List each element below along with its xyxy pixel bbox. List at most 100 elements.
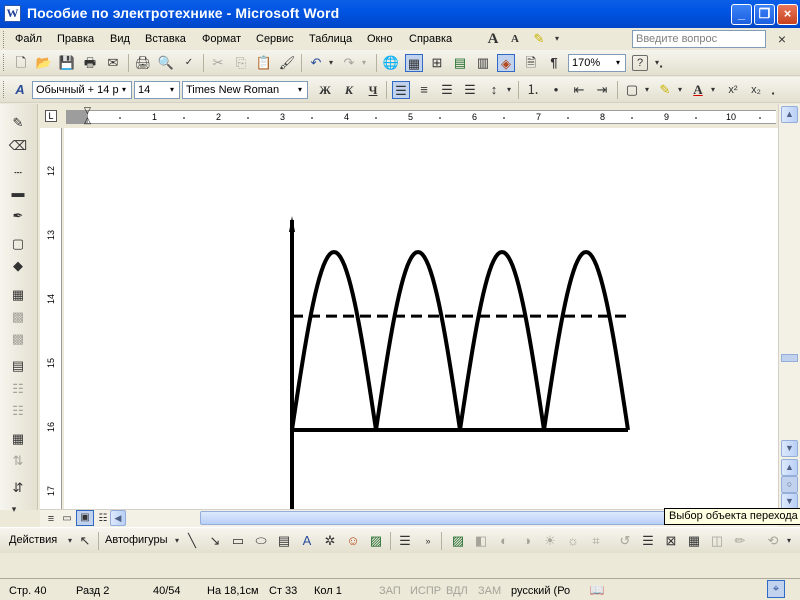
border-color-icon[interactable]: ✒ <box>8 207 28 225</box>
paste-icon[interactable]: 📋 <box>255 54 273 72</box>
bullets-icon[interactable]: • <box>547 81 565 99</box>
columns-icon[interactable]: ▥ <box>474 54 492 72</box>
font-name-select[interactable]: Times New Roman ▾ <box>182 81 308 99</box>
drawing-icon[interactable]: ◈ <box>497 54 515 72</box>
less-contrast-icon[interactable]: ◑ <box>518 532 536 550</box>
minimize-button[interactable]: _ <box>731 4 752 25</box>
new-document-icon[interactable]: 🗋 <box>12 54 30 72</box>
more-brightness-icon[interactable]: ☀ <box>541 532 559 550</box>
spelling-icon[interactable]: ✓ <box>180 54 198 72</box>
document-map-icon[interactable]: 🗎 <box>522 54 540 72</box>
less-brightness-icon[interactable]: ☼ <box>564 532 582 550</box>
arrow-icon[interactable]: ↘ <box>206 532 224 550</box>
set-transparent-color-icon[interactable]: ✏ <box>731 532 749 550</box>
document-page[interactable] <box>64 128 778 510</box>
borders-dropdown-icon[interactable]: ▾ <box>638 81 656 99</box>
numbering-icon[interactable]: ⒈ <box>524 81 542 99</box>
hyperlink-icon[interactable]: 🌐 <box>382 54 400 72</box>
redo-dropdown-icon[interactable]: ▾ <box>355 54 373 72</box>
vertical-scrollbar[interactable]: ▲ ▼ ▲ ○ ▼ <box>778 104 800 514</box>
bold-button[interactable]: Ж <box>316 81 334 99</box>
scroll-up-button[interactable]: ▲ <box>781 106 798 123</box>
menu-help[interactable]: Справка <box>409 33 452 45</box>
line-style-picture-icon[interactable]: ☰ <box>639 532 657 550</box>
toolbar-options-icon[interactable]: » <box>419 532 437 550</box>
toolbar-options-icon[interactable]: ▪ <box>652 58 670 76</box>
more-contrast-icon[interactable]: ◐ <box>495 532 513 550</box>
zoom-select[interactable]: 170% ▾ <box>568 54 626 72</box>
decrease-indent-icon[interactable]: ⇤ <box>570 81 588 99</box>
text-box-icon[interactable]: ▤ <box>275 532 293 550</box>
help-question-input[interactable]: Введите вопрос <box>632 30 766 48</box>
print-preview-icon[interactable]: 🔍 <box>157 54 175 72</box>
wordart-icon[interactable]: A <box>298 532 316 550</box>
menu-window[interactable]: Окно <box>367 33 393 45</box>
shading-color-icon[interactable]: ◆ <box>8 257 28 275</box>
style-dropdown-icon[interactable]: ▾ <box>118 83 130 97</box>
open-folder-icon[interactable]: 📂 <box>35 54 53 72</box>
toolbar-options-icon[interactable]: ▾ <box>4 500 24 518</box>
merge-cells-icon[interactable]: ▩ <box>8 308 28 326</box>
align-center-icon[interactable]: ≡ <box>415 81 433 99</box>
menu-insert[interactable]: Вставка <box>145 33 186 45</box>
split-cells-icon[interactable]: ▩ <box>8 330 28 348</box>
superscript-icon[interactable]: x² <box>724 81 742 99</box>
copy-icon[interactable]: ⎘ <box>232 54 250 72</box>
close-button[interactable]: × <box>777 4 798 25</box>
line-spacing-dropdown-icon[interactable]: ▾ <box>500 81 518 99</box>
autoshapes-menu[interactable]: Автофигуры <box>105 534 168 546</box>
insert-table-icon[interactable]: ▦ <box>8 286 28 304</box>
print-layout-icon[interactable]: ▣ <box>76 510 94 526</box>
toolbar-grip[interactable] <box>3 81 6 98</box>
menu-table[interactable]: Таблица <box>309 33 352 45</box>
distribute-rows-icon[interactable]: ☷ <box>8 380 28 398</box>
outside-border-icon[interactable]: ▢ <box>8 235 28 253</box>
font-color-dropdown-icon[interactable]: ▾ <box>704 81 722 99</box>
insert-table-icon[interactable]: ⊞ <box>428 54 446 72</box>
justify-icon[interactable]: ☰ <box>461 81 479 99</box>
underline-button[interactable]: Ч <box>364 81 382 99</box>
close-document-icon[interactable]: × <box>773 30 791 48</box>
help-icon[interactable]: ? <box>632 55 648 71</box>
highlight-color-dropdown-icon[interactable]: ▾ <box>671 81 689 99</box>
save-icon[interactable]: 💾 <box>58 54 76 72</box>
select-objects-icon[interactable]: ↖ <box>76 532 94 550</box>
actions-menu[interactable]: Действия <box>9 534 57 546</box>
tables-borders-icon[interactable]: ▦ <box>405 54 423 72</box>
highlight-icon[interactable]: ✎ <box>530 30 548 48</box>
status-track-changes[interactable]: ИСПР <box>410 585 441 597</box>
status-record[interactable]: ЗАП <box>379 585 401 597</box>
menu-edit[interactable]: Правка <box>57 33 94 45</box>
menu-grip[interactable] <box>3 31 6 48</box>
text-wrapping-icon[interactable]: ▦ <box>685 532 703 550</box>
font-name-dropdown-icon[interactable]: ▾ <box>294 83 306 97</box>
rectangle-icon[interactable]: ▭ <box>229 532 247 550</box>
shrink-font-icon[interactable]: A <box>506 30 524 48</box>
menu-file[interactable]: Файл <box>15 33 42 45</box>
status-overtype[interactable]: ЗАМ <box>478 585 501 597</box>
select-browse-object-button[interactable]: ○ <box>781 476 798 493</box>
font-size-dropdown-icon[interactable]: ▾ <box>166 83 178 97</box>
text-direction-icon[interactable]: ⇅ <box>8 452 28 470</box>
tab-selector-icon[interactable]: L <box>45 110 57 122</box>
align-right-icon[interactable]: ☰ <box>438 81 456 99</box>
line-weight-icon[interactable]: ▬ <box>8 184 28 202</box>
format-picture-icon[interactable]: ◫ <box>708 532 726 550</box>
scroll-down-button[interactable]: ▼ <box>781 440 798 457</box>
scroll-thumb[interactable] <box>781 354 798 362</box>
word-app-icon[interactable]: W <box>4 5 21 22</box>
scroll-thumb[interactable] <box>200 511 720 525</box>
draw-table-pencil-icon[interactable]: ✎ <box>8 114 28 132</box>
eraser-icon[interactable]: ⌫ <box>8 137 28 155</box>
email-icon[interactable]: ✉ <box>104 54 122 72</box>
permission-icon[interactable]: 🖶 <box>81 54 99 72</box>
line-style-icon[interactable]: ☰ <box>396 532 414 550</box>
align-left-icon[interactable]: ☰ <box>392 81 410 99</box>
show-formatting-icon[interactable]: ¶ <box>545 54 563 72</box>
subscript-icon[interactable]: x₂ <box>747 81 765 99</box>
increase-indent-icon[interactable]: ⇥ <box>593 81 611 99</box>
cut-icon[interactable]: ✂ <box>209 54 227 72</box>
crop-icon[interactable]: ⌗ <box>587 532 605 550</box>
language-bar-icon[interactable]: ⌖ <box>767 580 785 598</box>
rotate-icon[interactable]: ↺ <box>616 532 634 550</box>
